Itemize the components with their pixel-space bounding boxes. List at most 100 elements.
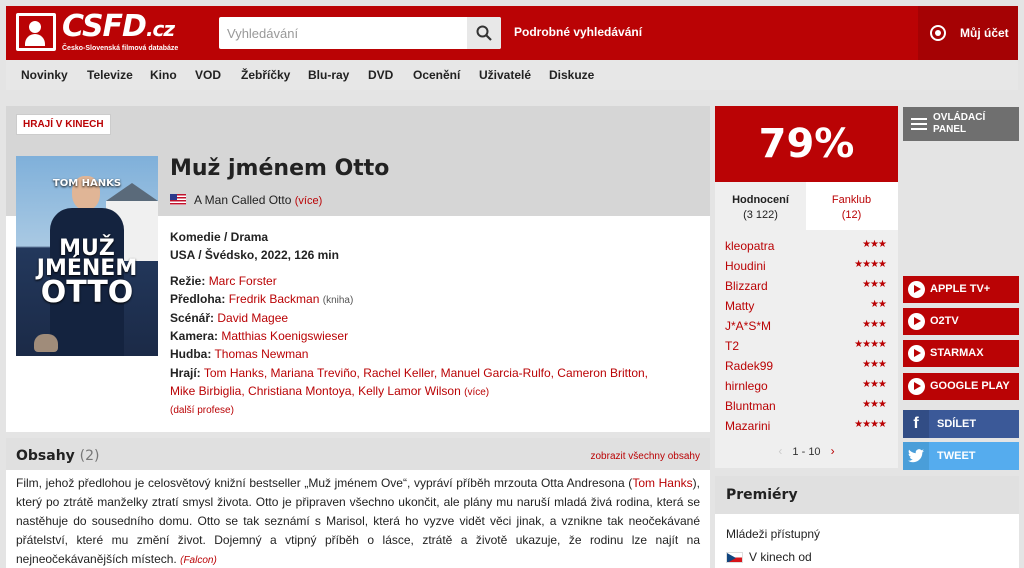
plot-author[interactable]: (Falcon)	[180, 555, 217, 566]
tab-ratings[interactable]: Hodnocení (3 122)	[715, 182, 806, 230]
credit-camera: Kamera: Matthias Koenigswieser	[170, 327, 690, 345]
plots-title: Obsahy (2)	[16, 448, 100, 464]
us-flag-icon	[170, 194, 186, 205]
nav-item-zebricky[interactable]: Žebříčky	[241, 68, 290, 82]
user-link[interactable]: Radek99	[725, 359, 773, 373]
user-link[interactable]: kleopatra	[725, 239, 774, 253]
rating-tabs: Hodnocení (3 122) Fanklub (12)	[715, 182, 898, 230]
star-rating: ★★★★	[854, 419, 887, 430]
credit-label: Předloha:	[170, 292, 226, 306]
camera-link[interactable]: Matthias Koenigswieser	[221, 329, 348, 343]
plots-section: Obsahy (2) zobrazit všechny obsahy Film,…	[6, 438, 710, 568]
credit-label: Režie:	[170, 274, 206, 288]
user-link[interactable]: Matty	[725, 299, 754, 313]
poster-cat	[34, 334, 58, 352]
nav-item-kino[interactable]: Kino	[150, 68, 177, 82]
source-link[interactable]: Fredrik Backman	[229, 292, 320, 306]
chevron-right-icon[interactable]: ›	[831, 444, 835, 458]
tab-fanclub-count: (12)	[841, 209, 862, 221]
film-info: HRAJÍ V KINECH TOM HANKS MUŽ JMÉNEM OTTO…	[6, 106, 710, 432]
search-input[interactable]	[219, 17, 467, 49]
search-icon	[476, 25, 492, 41]
star-rating: ★★★	[862, 359, 887, 370]
credit-director: Režie: Marc Forster	[170, 272, 690, 290]
rating-list: kleopatra ★★★ Houdini ★★★★ Blizzard ★★★ Mat…	[715, 230, 898, 444]
premieres-title: Premiéry	[726, 487, 798, 503]
cast-links-line1[interactable]: Tom Hanks, Mariana Treviño, Rachel Kelle…	[204, 366, 648, 380]
user-link[interactable]: Houdini	[725, 259, 766, 273]
plot-actor-link[interactable]: Tom Hanks	[632, 476, 692, 490]
credit-label: Kamera:	[170, 329, 219, 343]
plot-text: Film, jehož předlohou je celosvětový kni…	[16, 476, 700, 566]
star-rating: ★★★	[862, 239, 887, 250]
twitter-share-button[interactable]: TWEET	[903, 442, 1019, 470]
director-link[interactable]: Marc Forster	[209, 274, 277, 288]
music-link[interactable]: Thomas Newman	[214, 347, 308, 361]
list-item: Blizzard ★★★	[725, 278, 888, 298]
user-link[interactable]: J*A*S*M	[725, 319, 771, 333]
nav-item-bluray[interactable]: Blu-ray	[308, 68, 349, 82]
nav-item-oceneni[interactable]: Ocenění	[413, 68, 460, 82]
screenplay-link[interactable]: David Magee	[217, 311, 288, 325]
more-professions-link[interactable]: (další profese)	[170, 405, 234, 416]
search-box	[219, 17, 501, 49]
main-nav: Novinky Televize Kino VOD Žebříčky Blu-r…	[6, 60, 1018, 90]
credit-label: Hudba:	[170, 347, 212, 361]
vod-button-o2tv[interactable]: O2TV	[903, 308, 1019, 335]
nav-item-dvd[interactable]: DVD	[368, 68, 393, 82]
rating-pager: ‹ 1 - 10 ›	[715, 444, 898, 468]
original-title-text: A Man Called Otto	[194, 193, 292, 207]
list-item: J*A*S*M ★★★	[725, 318, 888, 338]
source-note: (kniha)	[322, 295, 354, 306]
show-all-plots-link[interactable]: zobrazit všechny obsahy	[590, 451, 700, 462]
chevron-left-icon[interactable]: ‹	[778, 444, 782, 458]
cz-flag-icon	[726, 552, 743, 563]
top-bar: CSFD.cz Česko-Slovenská filmová databáze…	[6, 6, 1018, 60]
rating-box: 79% Hodnocení (3 122) Fanklub (12) kleopat…	[715, 106, 898, 468]
list-item: Houdini ★★★★	[725, 258, 888, 278]
tab-fanclub[interactable]: Fanklub (12)	[806, 182, 897, 230]
twitter-icon	[903, 442, 929, 470]
play-icon	[908, 345, 925, 362]
list-item: T2 ★★★★	[725, 338, 888, 358]
user-link[interactable]: Blizzard	[725, 279, 768, 293]
control-panel-button[interactable]: OVLÁDACÍ PANEL	[903, 107, 1019, 141]
plots-count: (2)	[79, 448, 100, 464]
user-link[interactable]: Bluntman	[725, 399, 776, 413]
rating-percent: 79%	[715, 106, 898, 182]
star-rating: ★★	[870, 299, 887, 310]
star-rating: ★★★	[862, 399, 887, 410]
nav-item-diskuze[interactable]: Diskuze	[549, 68, 594, 82]
facebook-share-button[interactable]: f SDÍLET	[903, 410, 1019, 438]
search-button[interactable]	[467, 17, 501, 49]
logo-subtitle: Česko-Slovenská filmová databáze	[62, 45, 179, 52]
csfd-logo[interactable]: CSFD.cz Česko-Slovenská filmová databáze	[16, 9, 186, 55]
credit-screenplay: Scénář: David Magee	[170, 309, 690, 327]
cast-more-link[interactable]: (více)	[464, 387, 489, 398]
user-link[interactable]: hirnlego	[725, 379, 768, 393]
nav-item-novinky[interactable]: Novinky	[21, 68, 68, 82]
vod-button-starmax[interactable]: STARMAX	[903, 340, 1019, 367]
facebook-icon: f	[903, 410, 929, 438]
nav-item-televize[interactable]: Televize	[87, 68, 133, 82]
original-title-more-link[interactable]: (více)	[295, 195, 323, 207]
list-item: kleopatra ★★★	[725, 238, 888, 258]
share-label: TWEET	[937, 450, 976, 462]
original-title: A Man Called Otto (více)	[194, 193, 322, 207]
star-rating: ★★★	[862, 279, 887, 290]
pager-range: 1 - 10	[792, 446, 821, 458]
film-title: Muž jménem Otto	[170, 156, 390, 181]
user-link[interactable]: T2	[725, 339, 739, 353]
advanced-search-link[interactable]: Podrobné vyhledávání	[514, 25, 642, 39]
nav-item-vod[interactable]: VOD	[195, 68, 221, 82]
nav-item-uzivatele[interactable]: Uživatelé	[479, 68, 531, 82]
vod-button-google-play[interactable]: GOOGLE PLAY	[903, 373, 1019, 400]
share-label: SDÍLET	[937, 418, 977, 430]
film-poster[interactable]: TOM HANKS MUŽ JMÉNEM OTTO	[16, 156, 158, 356]
now-in-cinemas-badge[interactable]: HRAJÍ V KINECH	[16, 114, 111, 135]
user-link[interactable]: Mazarini	[725, 419, 770, 433]
account-button[interactable]: Můj účet	[918, 6, 1018, 60]
vod-button-apple-tv[interactable]: APPLE TV+	[903, 276, 1019, 303]
cast-links-line2[interactable]: Mike Birbiglia, Christiana Montoya, Kell…	[170, 384, 461, 398]
tab-ratings-count: (3 122)	[743, 209, 778, 221]
